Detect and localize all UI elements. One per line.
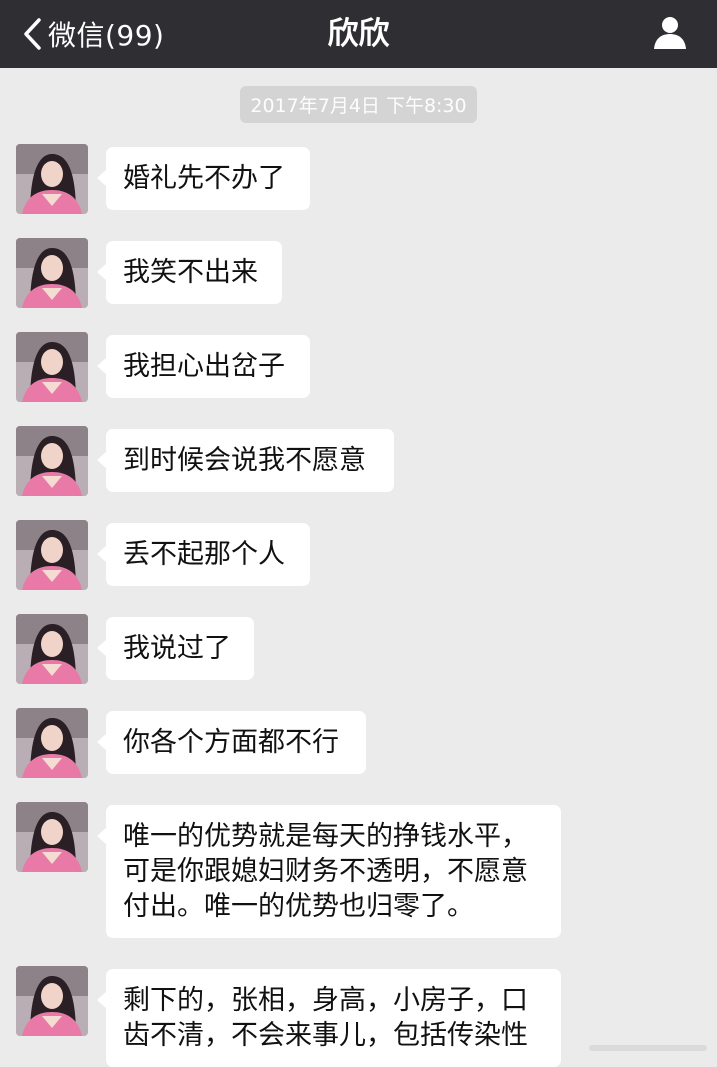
contact-avatar-image	[16, 238, 88, 308]
message-bubble[interactable]: 剩下的，张相，身高，小房子，口 齿不清，不会来事儿，包括传染性	[97, 969, 561, 1067]
message-bubble[interactable]: 你各个方面都不行	[97, 711, 366, 774]
contact-avatar[interactable]	[16, 144, 88, 214]
contact-avatar-image	[16, 966, 88, 1036]
contact-avatar[interactable]	[16, 426, 88, 496]
watermark	[589, 1045, 707, 1051]
message-bubble[interactable]: 我担心出岔子	[97, 335, 310, 398]
contact-avatar-image	[16, 520, 88, 590]
navigation-bar: 微信(99) 欣欣	[0, 0, 717, 68]
message-bubble[interactable]: 我笑不出来	[97, 241, 282, 304]
contact-avatar-image	[16, 426, 88, 496]
contact-avatar[interactable]	[16, 802, 88, 872]
message-bubble[interactable]: 我说过了	[97, 617, 254, 680]
timestamp-row: 2017年7月4日 下午8:30	[0, 86, 717, 123]
contact-avatar[interactable]	[16, 332, 88, 402]
contact-avatar[interactable]	[16, 614, 88, 684]
contact-avatar-image	[16, 614, 88, 684]
contact-avatar[interactable]	[16, 520, 88, 590]
contact-avatar[interactable]	[16, 708, 88, 778]
message-bubble[interactable]: 丢不起那个人	[97, 523, 310, 586]
contact-avatar[interactable]	[16, 966, 88, 1036]
contact-avatar-image	[16, 802, 88, 872]
contact-avatar-image	[16, 708, 88, 778]
message-bubble[interactable]: 到时候会说我不愿意	[97, 429, 394, 492]
contact-avatar[interactable]	[16, 238, 88, 308]
person-icon	[654, 17, 686, 49]
chat-title: 欣欣	[327, 16, 390, 52]
message-timestamp: 2017年7月4日 下午8:30	[240, 86, 477, 123]
message-bubble[interactable]: 唯一的优势就是每天的挣钱水平， 可是你跟媳妇财务不透明，不愿意 付出。唯一的优势…	[97, 805, 561, 938]
contact-avatar-image	[16, 144, 88, 214]
message-bubble[interactable]: 婚礼先不办了	[97, 147, 310, 210]
contact-avatar-image	[16, 332, 88, 402]
chat-info-button[interactable]	[651, 14, 689, 52]
